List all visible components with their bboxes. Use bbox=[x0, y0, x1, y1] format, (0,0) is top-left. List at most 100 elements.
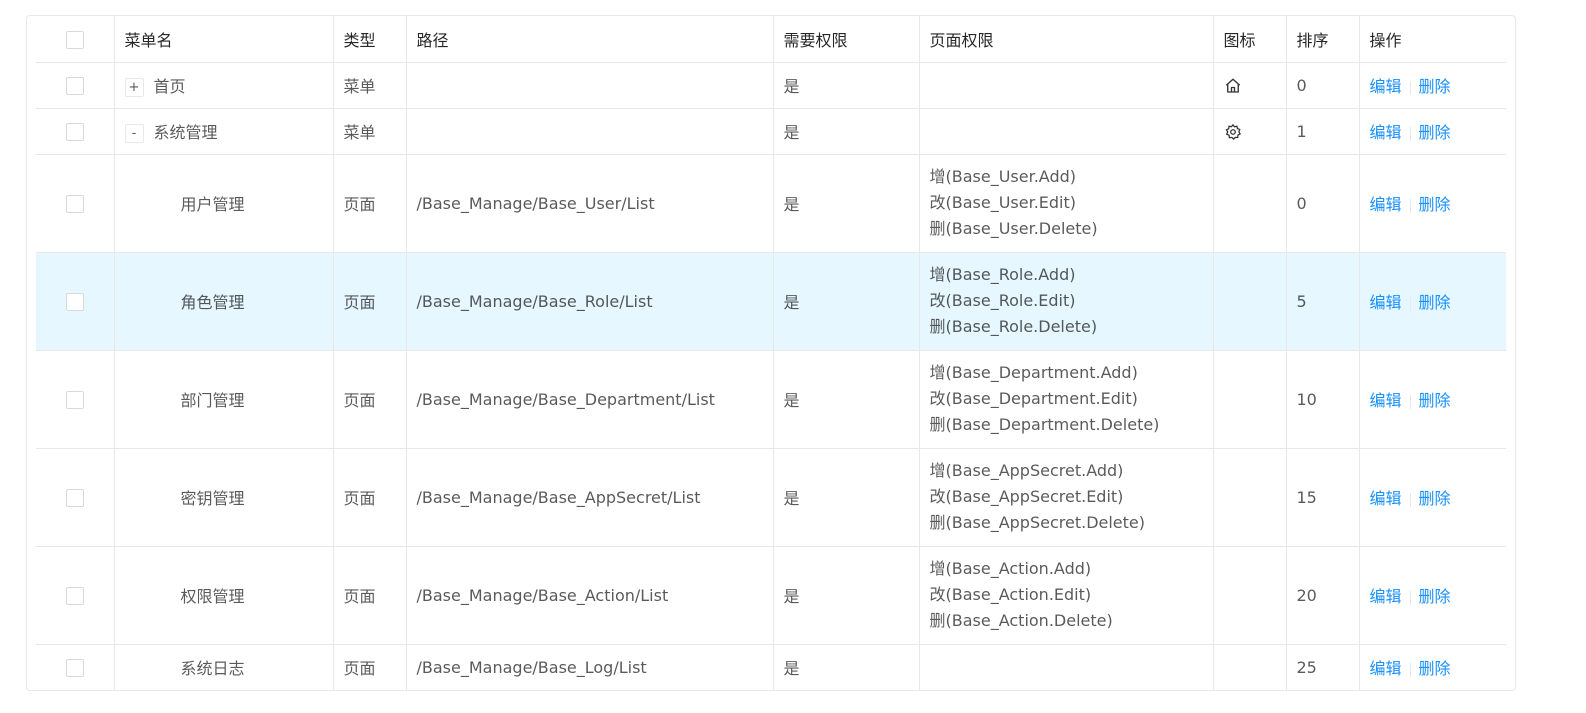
action-divider bbox=[1409, 662, 1411, 677]
menu-name: 系统管理 bbox=[153, 123, 218, 142]
row-checkbox[interactable] bbox=[65, 586, 84, 605]
permission-delete: 删(Base_User.Delete) bbox=[929, 219, 1098, 238]
edit-link[interactable]: 编辑 bbox=[1370, 77, 1402, 96]
delete-link[interactable]: 删除 bbox=[1419, 489, 1451, 508]
need-permission-cell: 是 bbox=[773, 350, 920, 449]
delete-link[interactable]: 删除 bbox=[1419, 391, 1451, 410]
table-row: 部门管理 页面 /Base_Manage/Base_Department/Lis… bbox=[36, 350, 1506, 449]
header-type: 类型 bbox=[333, 16, 407, 63]
permission-add: 增(Base_Role.Add) bbox=[929, 265, 1076, 284]
need-permission-cell: 是 bbox=[773, 62, 920, 109]
permission-edit: 改(Base_User.Edit) bbox=[929, 193, 1077, 212]
action-divider bbox=[1409, 492, 1411, 507]
actions-cell: 编辑 删除 bbox=[1359, 62, 1506, 109]
table-row-hovered: 角色管理 页面 /Base_Manage/Base_Role/List 是 增(… bbox=[36, 252, 1506, 351]
path-cell: /Base_Manage/Base_User/List bbox=[406, 154, 774, 253]
row-checkbox[interactable] bbox=[65, 292, 84, 311]
icon-cell bbox=[1213, 546, 1287, 645]
edit-link[interactable]: 编辑 bbox=[1370, 489, 1402, 508]
type-cell: 页面 bbox=[333, 350, 407, 449]
row-checkbox[interactable] bbox=[65, 488, 84, 507]
header-path: 路径 bbox=[406, 16, 774, 63]
icon-cell bbox=[1213, 252, 1287, 351]
permission-add: 增(Base_Department.Add) bbox=[929, 363, 1138, 382]
table-header-row: 菜单名 类型 路径 需要权限 页面权限 图标 排序 操作 bbox=[36, 16, 1506, 63]
menu-name-cell: + 首页 bbox=[114, 62, 334, 109]
edit-link[interactable]: 编辑 bbox=[1370, 391, 1402, 410]
edit-link[interactable]: 编辑 bbox=[1370, 195, 1402, 214]
row-check-cell bbox=[36, 154, 115, 253]
table-row: + 首页 菜单 是 0 编辑 删除 bbox=[36, 62, 1506, 109]
actions-cell: 编辑 删除 bbox=[1359, 154, 1506, 253]
need-permission-cell: 是 bbox=[773, 154, 920, 253]
need-permission-cell: 是 bbox=[773, 546, 920, 645]
path-cell bbox=[406, 108, 774, 155]
delete-link[interactable]: 删除 bbox=[1419, 77, 1451, 96]
select-all-checkbox[interactable] bbox=[65, 30, 84, 49]
sort-cell: 15 bbox=[1286, 448, 1360, 547]
need-permission-cell: 是 bbox=[773, 644, 920, 691]
permission-add: 增(Base_User.Add) bbox=[929, 167, 1077, 186]
row-checkbox[interactable] bbox=[65, 194, 84, 213]
page-permissions-cell: 增(Base_User.Add) 改(Base_User.Edit) 删(Bas… bbox=[919, 154, 1214, 253]
permission-edit: 改(Base_Role.Edit) bbox=[929, 291, 1076, 310]
action-divider bbox=[1409, 126, 1411, 141]
home-icon bbox=[1225, 78, 1240, 93]
edit-link[interactable]: 编辑 bbox=[1370, 123, 1402, 142]
edit-link[interactable]: 编辑 bbox=[1370, 659, 1402, 678]
menu-name-cell: 用户管理 bbox=[114, 154, 334, 253]
header-sort: 排序 bbox=[1286, 16, 1360, 63]
collapse-icon[interactable]: - bbox=[124, 124, 144, 143]
edit-link[interactable]: 编辑 bbox=[1370, 587, 1402, 606]
path-cell bbox=[406, 62, 774, 109]
menu-name: 首页 bbox=[153, 77, 186, 96]
path-cell: /Base_Manage/Base_Log/List bbox=[406, 644, 774, 691]
header-need-permission: 需要权限 bbox=[773, 16, 920, 63]
row-check-cell bbox=[36, 350, 115, 449]
menu-name-cell: 密钥管理 bbox=[114, 448, 334, 547]
select-all-cell bbox=[36, 16, 115, 63]
type-cell: 页面 bbox=[333, 154, 407, 253]
sort-cell: 0 bbox=[1286, 62, 1360, 109]
table-row: 系统日志 页面 /Base_Manage/Base_Log/List 是 25 … bbox=[36, 644, 1506, 691]
edit-link[interactable]: 编辑 bbox=[1370, 293, 1402, 312]
permission-add: 增(Base_AppSecret.Add) bbox=[929, 461, 1124, 480]
permission-delete: 删(Base_Action.Delete) bbox=[929, 611, 1113, 630]
delete-link[interactable]: 删除 bbox=[1419, 293, 1451, 312]
row-check-cell bbox=[36, 62, 115, 109]
row-checkbox[interactable] bbox=[65, 122, 84, 141]
actions-cell: 编辑 删除 bbox=[1359, 350, 1506, 449]
type-cell: 页面 bbox=[333, 644, 407, 691]
delete-link[interactable]: 删除 bbox=[1419, 587, 1451, 606]
permission-edit: 改(Base_Department.Edit) bbox=[929, 389, 1138, 408]
header-menu-name: 菜单名 bbox=[114, 16, 334, 63]
action-divider bbox=[1409, 296, 1411, 311]
row-checkbox[interactable] bbox=[65, 76, 84, 95]
sort-cell: 5 bbox=[1286, 252, 1360, 351]
action-divider bbox=[1409, 198, 1411, 213]
expand-icon[interactable]: + bbox=[124, 78, 144, 97]
sort-cell: 10 bbox=[1286, 350, 1360, 449]
page-permissions-cell: 增(Base_AppSecret.Add) 改(Base_AppSecret.E… bbox=[919, 448, 1214, 547]
table-row: 密钥管理 页面 /Base_Manage/Base_AppSecret/List… bbox=[36, 448, 1506, 547]
page-permissions-cell: 增(Base_Department.Add) 改(Base_Department… bbox=[919, 350, 1214, 449]
header-icon: 图标 bbox=[1213, 16, 1287, 63]
page-permissions-cell: 增(Base_Role.Add) 改(Base_Role.Edit) 删(Bas… bbox=[919, 252, 1214, 351]
row-check-cell bbox=[36, 644, 115, 691]
path-cell: /Base_Manage/Base_AppSecret/List bbox=[406, 448, 774, 547]
action-divider bbox=[1409, 394, 1411, 409]
row-checkbox[interactable] bbox=[65, 390, 84, 409]
row-checkbox[interactable] bbox=[65, 658, 84, 677]
row-check-cell bbox=[36, 448, 115, 547]
icon-cell bbox=[1213, 350, 1287, 449]
permission-delete: 删(Base_Role.Delete) bbox=[929, 317, 1098, 336]
icon-cell bbox=[1213, 108, 1287, 155]
delete-link[interactable]: 删除 bbox=[1419, 123, 1451, 142]
delete-link[interactable]: 删除 bbox=[1419, 659, 1451, 678]
sort-cell: 0 bbox=[1286, 154, 1360, 253]
actions-cell: 编辑 删除 bbox=[1359, 252, 1506, 351]
page-permissions-cell bbox=[919, 108, 1214, 155]
delete-link[interactable]: 删除 bbox=[1419, 195, 1451, 214]
need-permission-cell: 是 bbox=[773, 448, 920, 547]
sort-cell: 20 bbox=[1286, 546, 1360, 645]
